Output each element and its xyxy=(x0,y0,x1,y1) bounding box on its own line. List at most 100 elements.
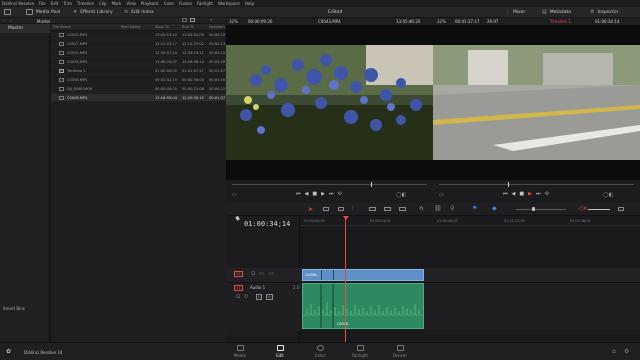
zoom-slider-thumb[interactable] xyxy=(532,207,535,211)
media-row[interactable]: C0027.MP4 12:12:23:17 12:12:37:02 00:00:… xyxy=(51,40,226,48)
playhead[interactable] xyxy=(345,218,346,342)
menu-timeline[interactable]: Timeline xyxy=(77,1,94,6)
menu-playback[interactable]: Playback xyxy=(141,1,159,6)
col-reel-name[interactable]: Reel Name xyxy=(121,25,141,29)
track-view-icon[interactable]: ▭ xyxy=(269,271,274,277)
source-scrubber[interactable] xyxy=(232,184,427,185)
source-transport-controls[interactable]: ⏮◀■▶⏭⟲ xyxy=(296,191,346,197)
forward-arrow-icon[interactable]: › xyxy=(10,18,12,23)
selection-tool-icon[interactable]: ➤ xyxy=(308,206,313,213)
page-fairlight[interactable]: Fairlight xyxy=(348,345,372,358)
source-playhead[interactable] xyxy=(371,182,372,187)
timeline-zoom[interactable]: 32% xyxy=(437,19,446,24)
source-clip-name[interactable]: C0043.MP4 xyxy=(318,19,341,24)
page-color[interactable]: Color xyxy=(308,345,332,358)
timeline-scrubber[interactable] xyxy=(439,184,634,185)
timeline-transport-controls[interactable]: ⏮◀■▶⏭⟲ xyxy=(503,191,553,197)
source-zoom[interactable]: 32% xyxy=(229,19,238,24)
audio-mute-button[interactable]: M xyxy=(266,294,274,300)
menu-fusion[interactable]: Fusion xyxy=(179,1,192,6)
media-row[interactable]: Timeline 1 01:00:00:00 01:01:07:17 00:01… xyxy=(51,67,226,75)
menu-fairlight[interactable]: Fairlight xyxy=(197,1,213,6)
menu-view[interactable]: View xyxy=(126,1,136,6)
blade-tool-icon[interactable]: ⫶ xyxy=(352,205,354,213)
media-row[interactable]: C0022.MP4 12:32:57:24 12:33:13:11 00:00:… xyxy=(51,49,226,57)
col-start-tc[interactable]: Start TC xyxy=(155,25,169,29)
menu-color[interactable]: Color xyxy=(164,1,174,6)
audio-solo-button[interactable]: S xyxy=(256,294,263,300)
audio-meter-icon[interactable] xyxy=(618,207,624,211)
timeline-ruler[interactable]: 01:00:00;00 01:00:24;00 01:00:48;00 01:0… xyxy=(300,216,640,226)
menu-davinci[interactable]: DaVinci Resolve xyxy=(2,1,34,6)
search-icon[interactable]: ⌕ xyxy=(210,17,212,22)
bin-master[interactable]: Master xyxy=(0,24,50,33)
edit-index-button[interactable]: ≡ Edit Index xyxy=(124,9,154,15)
viewer-mode-icon[interactable]: ▭ xyxy=(232,192,237,198)
source-viewer[interactable] xyxy=(226,25,433,180)
insert-clip-icon[interactable] xyxy=(369,207,376,211)
back-arrow-icon[interactable]: ‹ xyxy=(3,18,5,23)
dynamic-trim-icon[interactable] xyxy=(338,207,344,211)
menu-clip[interactable]: Clip xyxy=(99,1,107,6)
timeline-viewer-mode-icon[interactable]: ▭ xyxy=(439,192,444,198)
video-clip[interactable]: C0008... xyxy=(302,269,424,281)
overwrite-clip-icon[interactable] xyxy=(384,207,391,211)
media-row[interactable]: C0012.MP4 13:45:19:10 13:45:32:05 00:00:… xyxy=(51,31,226,39)
smart-bins-label[interactable]: Smart Bins xyxy=(3,306,25,311)
panel-layout-icon[interactable] xyxy=(4,9,11,15)
track-visibility-icon[interactable]: ▭ xyxy=(259,271,264,277)
volume-slider[interactable] xyxy=(588,209,610,210)
menu-workspace[interactable]: Workspace xyxy=(218,1,240,6)
position-lock-icon[interactable]: ⚲ xyxy=(450,205,454,212)
page-media[interactable]: Media xyxy=(228,345,252,358)
col-end-tc[interactable]: End TC xyxy=(182,25,194,29)
home-icon[interactable]: ⌂ xyxy=(612,348,616,355)
track-id-a1[interactable]: A1 xyxy=(234,285,243,291)
media-row[interactable]: DJI_0066.MOV 00:00:00:00 00:00:21:06 00:… xyxy=(51,85,226,93)
timeline-timecode: 01:00:34;14 xyxy=(244,220,291,228)
zoom-slider[interactable] xyxy=(516,209,566,210)
snapping-icon[interactable]: ∩ xyxy=(419,205,423,212)
col-duration[interactable]: Duration xyxy=(209,25,225,29)
metadata-button[interactable]: ▤ Metadata xyxy=(542,9,571,15)
source-in-out-icon[interactable]: ◯◧ xyxy=(396,192,406,198)
track-lock-icon[interactable]: ⊡ xyxy=(251,271,255,277)
timeline-viewer[interactable] xyxy=(433,25,640,180)
page-deliver[interactable]: Deliver xyxy=(388,345,412,358)
audio-mute-icon[interactable]: ◁× xyxy=(578,205,588,212)
track-id-v1[interactable]: V1 xyxy=(234,271,243,277)
settings-gear-icon[interactable]: ⚙ xyxy=(624,348,629,355)
menu-mark[interactable]: Mark xyxy=(112,1,122,6)
timeline-viewer-playhead[interactable] xyxy=(508,182,509,187)
audio-lock-icon[interactable]: ⊡ xyxy=(236,294,240,300)
page-edit[interactable]: Edit xyxy=(268,345,292,358)
media-pool-button[interactable]: Media Pool xyxy=(26,9,60,15)
clip-edit-point[interactable] xyxy=(321,270,322,280)
menu-trim[interactable]: Trim xyxy=(63,1,72,6)
list-view-icon[interactable] xyxy=(190,18,195,22)
menu-edit[interactable]: Edit xyxy=(51,1,59,6)
flag-icon[interactable]: ⚑ xyxy=(472,205,477,212)
media-row[interactable]: C0043.MP4 13:06:20:02 13:06:38:14 00:00:… xyxy=(51,58,226,66)
mixer-button[interactable]: ⋮ Mixer xyxy=(505,9,525,15)
effects-library-button[interactable]: ✦ Effects Library xyxy=(73,9,113,15)
timeline-in-out-icon[interactable]: ◯◧ xyxy=(603,192,613,198)
timeline-name[interactable]: Timeline 1 xyxy=(550,19,571,24)
audio-clip[interactable]: C0008 xyxy=(302,283,424,329)
thumbnail-view-icon[interactable] xyxy=(182,18,187,22)
replace-clip-icon[interactable] xyxy=(399,207,406,211)
menu-help[interactable]: Help xyxy=(245,1,254,6)
color-page-icon xyxy=(316,345,324,351)
menu-file[interactable]: File xyxy=(39,1,46,6)
clip-edit-point[interactable] xyxy=(333,270,334,280)
media-row[interactable]: C0008.MP4 00:02:41:19 00:02:58:04 00:00:… xyxy=(51,76,226,84)
audio-power-icon[interactable]: ⏻ xyxy=(244,294,248,300)
link-icon[interactable]: ⛓ xyxy=(434,205,442,212)
media-row-selected[interactable]: C0008.MP4 12:18:55:04 12:20:32:12 00:01:… xyxy=(51,94,226,102)
playhead-handle[interactable] xyxy=(343,216,349,220)
audio-track-name[interactable]: Audio 1 xyxy=(250,285,265,290)
trim-tool-icon[interactable] xyxy=(323,207,329,211)
col-file-name[interactable]: File Name xyxy=(53,25,71,29)
inspector-button[interactable]: ⚙ Inspector xyxy=(590,9,618,15)
marker-icon[interactable]: ◆ xyxy=(492,205,497,212)
